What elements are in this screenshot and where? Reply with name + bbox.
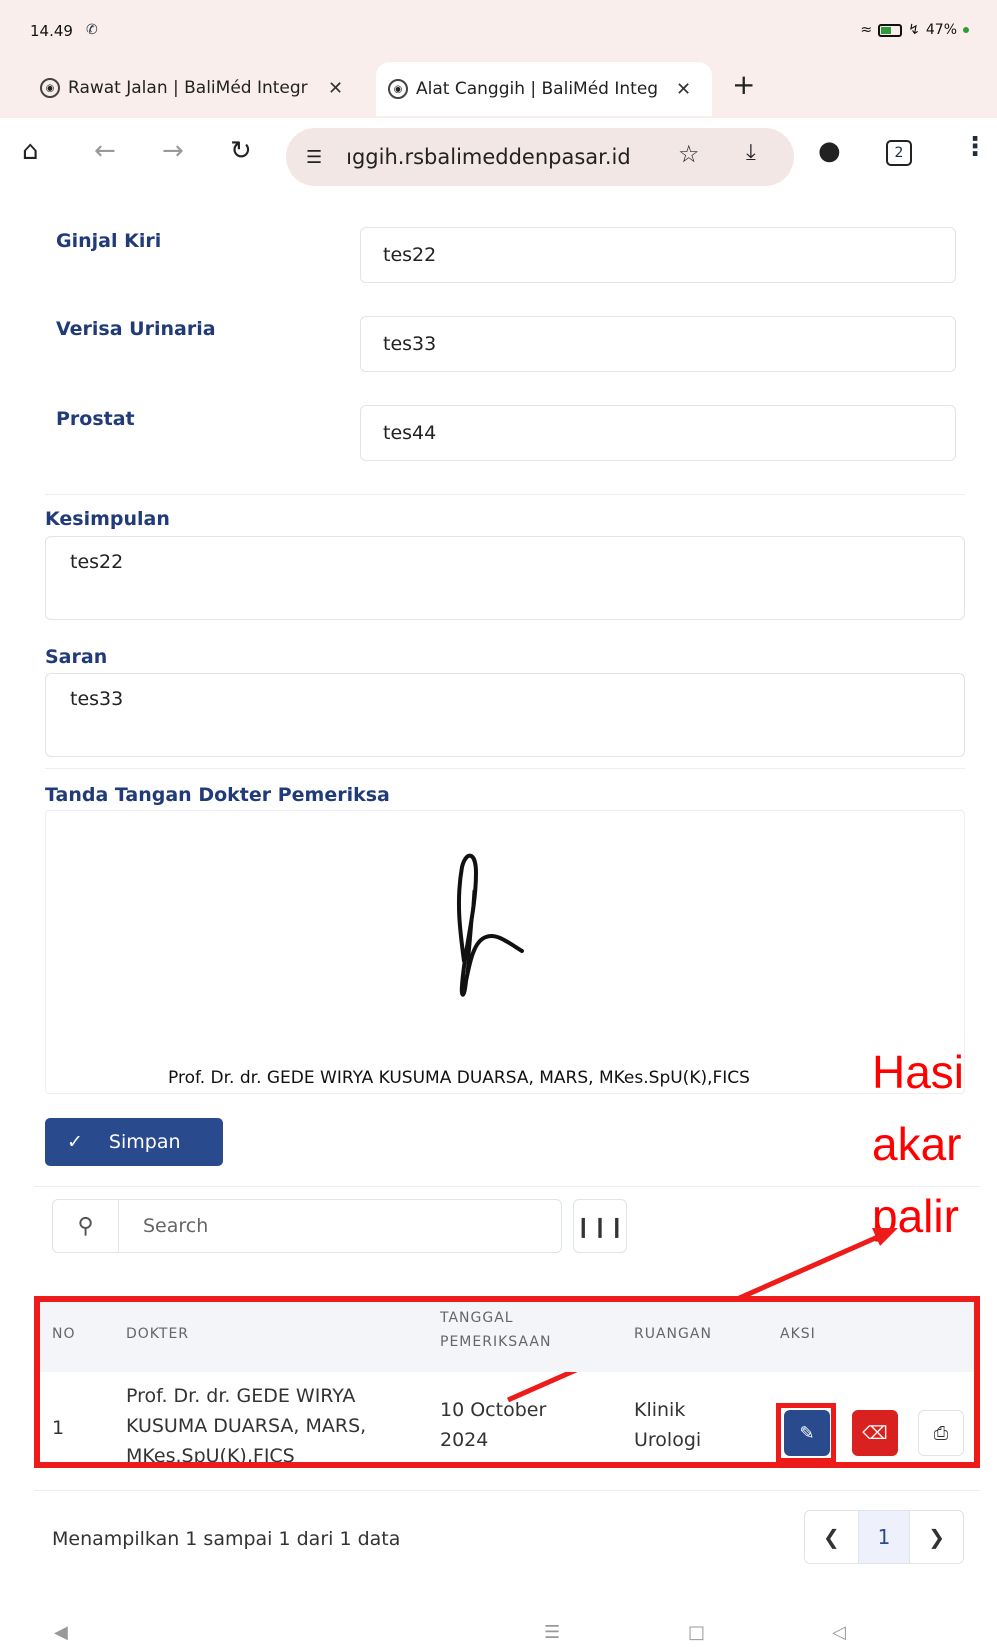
search-icon: ⚲	[53, 1200, 119, 1252]
pagination-info: Menampilkan 1 sampai 1 dari 1 data	[52, 1528, 401, 1550]
highlight-frame	[34, 1296, 980, 1468]
next-page-button[interactable]: ❯	[910, 1511, 963, 1563]
nav-left-icon[interactable]: ◀	[54, 1622, 68, 1643]
nav-menu-icon[interactable]: ☰	[544, 1622, 560, 1643]
print-button[interactable]: ⎙	[918, 1410, 964, 1456]
delete-button[interactable]: ⌫	[852, 1410, 898, 1456]
edit-highlight-frame	[776, 1403, 836, 1463]
system-navbar: ◀ ☰ □ ◁	[0, 1614, 997, 1648]
column-filter-button[interactable]: ❙❙❙	[573, 1199, 627, 1253]
divider	[34, 1490, 980, 1491]
search-input[interactable]	[119, 1215, 519, 1237]
prev-page-button[interactable]: ❮	[805, 1511, 858, 1563]
search-box: ⚲	[52, 1199, 562, 1253]
sliders-icon: ❙❙❙	[574, 1214, 626, 1238]
trash-icon: ⌫	[862, 1422, 888, 1444]
nav-home-icon[interactable]: □	[688, 1622, 705, 1643]
page-number-button[interactable]: 1	[857, 1511, 911, 1563]
pagination: ❮ 1 ❯	[804, 1510, 964, 1564]
printer-icon: ⎙	[933, 1422, 949, 1444]
nav-back-icon[interactable]: ◁	[832, 1622, 846, 1643]
